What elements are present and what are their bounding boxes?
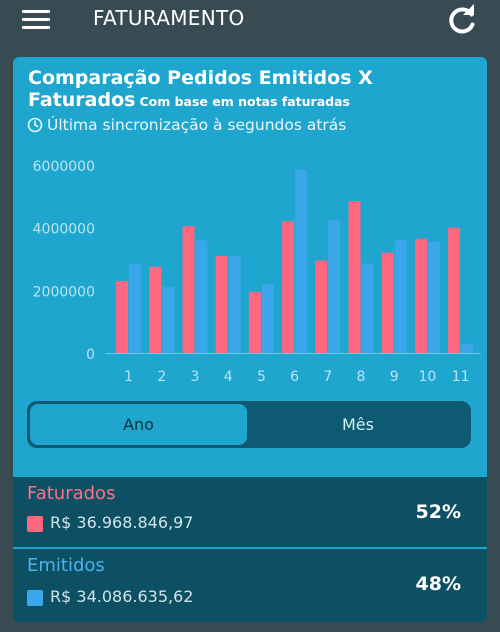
bar-emitidos-11: [461, 343, 474, 353]
bar-faturados-4: [215, 255, 228, 353]
summary-emitidos: Emitidos R$ 34.086.635,62 48%: [13, 549, 487, 622]
hamburger-menu-icon[interactable]: [22, 10, 50, 30]
bar-faturados-5: [248, 291, 261, 353]
bar-faturados-8: [348, 201, 361, 353]
card-subtitle: Com base em notas faturadas: [139, 94, 350, 109]
toggle-option-mes[interactable]: Mês: [249, 404, 467, 445]
faturados-percent: 52%: [415, 501, 461, 523]
clock-icon: [27, 117, 43, 133]
bar-emitidos-3: [195, 240, 208, 353]
x-tick-label: 8: [357, 369, 366, 385]
bar-faturados-7: [315, 260, 328, 353]
x-tick-label: 9: [390, 369, 399, 385]
emitidos-percent: 48%: [415, 573, 461, 595]
emitidos-value: R$ 34.086.635,62: [50, 587, 194, 606]
bar-emitidos-6: [295, 169, 308, 353]
bar-faturados-10: [414, 238, 427, 353]
bar-emitidos-5: [261, 284, 274, 353]
bar-faturados-11: [448, 227, 461, 353]
bar-emitidos-10: [427, 241, 440, 353]
bar-chart: 0 2000000 4000000 6000000 1 2 3 4 5 6 7 8 9 10 11: [33, 159, 481, 385]
period-toggle: Ano Mês: [27, 401, 471, 448]
x-tick-label: 5: [257, 369, 266, 385]
summary-faturados: Faturados R$ 36.968.846,97 52%: [13, 477, 487, 547]
bar-faturados-3: [182, 226, 195, 353]
refresh-icon[interactable]: [445, 4, 479, 38]
bar-faturados-1: [116, 280, 129, 353]
y-tick-label: 2000000: [33, 284, 95, 300]
page-title: FATURAMENTO: [93, 6, 245, 30]
comparison-card: Comparação Pedidos Emitidos X Faturados C…: [13, 57, 487, 622]
x-tick-label: 11: [452, 369, 470, 385]
bar-faturados-2: [149, 266, 162, 353]
bar-faturados-6: [282, 221, 295, 353]
x-tick-label: 3: [191, 369, 200, 385]
sync-status: Última sincronização à segundos atrás: [27, 116, 346, 134]
x-tick-label: 4: [224, 369, 233, 385]
bar-emitidos-4: [228, 255, 241, 353]
emitidos-color-swatch: [27, 590, 43, 606]
x-tick-label: 10: [418, 369, 436, 385]
app-bar: FATURAMENTO: [0, 0, 500, 42]
y-tick-label: 0: [86, 347, 95, 363]
y-tick-label: 4000000: [33, 222, 95, 238]
card-heading: Comparação Pedidos Emitidos X Faturados C…: [28, 67, 478, 113]
bar-faturados-9: [381, 252, 394, 353]
faturados-value: R$ 36.968.846,97: [50, 513, 194, 532]
bar-emitidos-9: [394, 240, 407, 353]
bar-emitidos-8: [361, 263, 374, 353]
y-tick-label: 6000000: [33, 159, 95, 175]
bar-emitidos-2: [162, 287, 175, 353]
faturados-color-swatch: [27, 516, 43, 532]
x-tick-label: 6: [290, 369, 299, 385]
sync-text: Última sincronização à segundos atrás: [47, 116, 347, 134]
bar-emitidos-7: [328, 219, 341, 353]
x-tick-label: 2: [157, 369, 166, 385]
x-tick-label: 1: [124, 369, 133, 385]
emitidos-label: Emitidos: [27, 555, 105, 576]
toggle-option-ano[interactable]: Ano: [30, 404, 247, 445]
x-tick-label: 7: [323, 369, 332, 385]
faturados-label: Faturados: [27, 483, 116, 504]
bar-emitidos-1: [129, 263, 142, 353]
